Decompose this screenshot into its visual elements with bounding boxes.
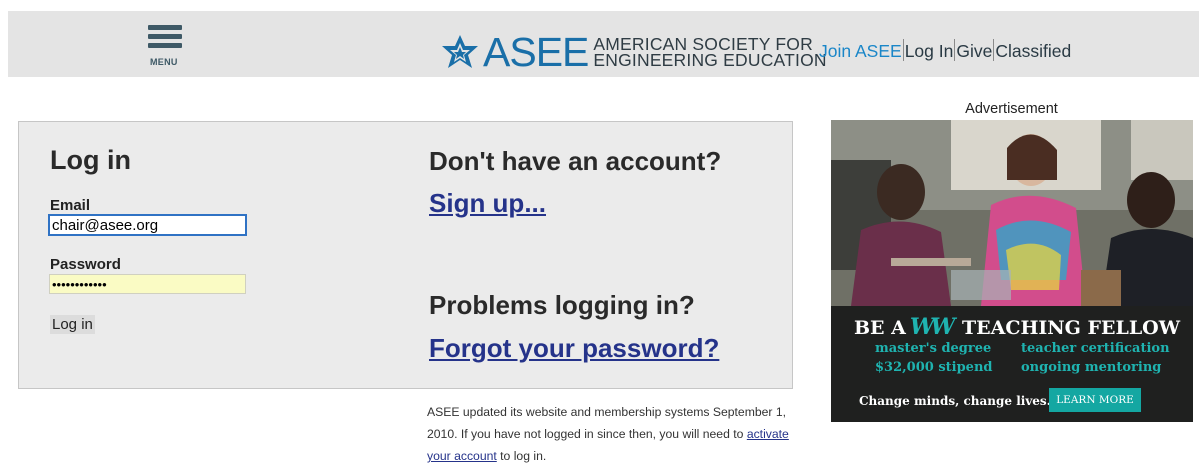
password-field[interactable] [49, 274, 246, 294]
login-submit-button[interactable]: Log in [50, 315, 95, 334]
hamburger-icon-bar [148, 43, 182, 48]
ad-item: teacher certification [1021, 341, 1170, 356]
top-links: Join ASEE Log In Give Classified [819, 39, 1071, 62]
learn-more-button[interactable]: LEARN MORE [1049, 388, 1141, 412]
notice-text-before: ASEE updated its website and membership … [427, 405, 787, 441]
asee-logo[interactable]: ASEE AMERICAN SOCIETY FOR ENGINEERING ED… [440, 29, 827, 75]
no-account-heading: Don't have an account? [429, 146, 722, 176]
logo-subtitle: AMERICAN SOCIETY FOR ENGINEERING EDUCATI… [593, 35, 827, 70]
hamburger-icon-bar [148, 34, 182, 39]
give-link[interactable]: Give [956, 41, 992, 61]
update-notice: ASEE updated its website and membership … [427, 401, 797, 467]
advertisement-label: Advertisement [965, 101, 1058, 117]
ad-tagline: Change minds, change lives. [859, 394, 1051, 408]
asee-star-icon [442, 35, 478, 68]
ad-headline: BE A WW TEACHING FELLOW [854, 314, 1180, 340]
ad-photo-classroom [831, 120, 1193, 306]
password-label: Password [50, 256, 121, 273]
ww-logo-icon: WW [909, 314, 955, 340]
ad-headline-left: BE A [854, 317, 906, 339]
join-asee-link[interactable]: Join ASEE [819, 41, 902, 61]
notice-text-after: to log in. [496, 449, 547, 463]
email-label: Email [50, 197, 91, 214]
login-panel: Log in Email Password Log in Don't have … [18, 121, 793, 389]
link-divider [902, 39, 904, 61]
logo-subtitle-line2: ENGINEERING EDUCATION [593, 50, 827, 70]
advertisement-banner[interactable]: BE A WW TEACHING FELLOW master's degree t… [831, 120, 1193, 422]
forgot-password-link[interactable]: Forgot your password? [429, 333, 719, 364]
login-title: Log in [50, 145, 131, 175]
ad-text-area: BE A WW TEACHING FELLOW master's degree t… [831, 306, 1193, 422]
email-field[interactable] [48, 214, 247, 236]
problems-heading: Problems logging in? [429, 290, 695, 320]
ad-item: $32,000 stipend [875, 360, 993, 375]
ad-headline-right: TEACHING FELLOW [961, 317, 1181, 339]
ad-item: master's degree [875, 341, 992, 356]
menu-button[interactable]: MENU [148, 25, 184, 75]
signup-link[interactable]: Sign up... [429, 188, 546, 219]
hamburger-icon [148, 25, 182, 30]
classified-link[interactable]: Classified [995, 41, 1071, 61]
logo-wordmark: ASEE [483, 29, 589, 75]
login-link[interactable]: Log In [905, 41, 954, 61]
site-header: MENU ASEE AMERICAN SOCIETY FOR ENGINEERI… [8, 11, 1199, 77]
ad-item: ongoing mentoring [1021, 360, 1162, 375]
menu-label: MENU [150, 57, 178, 67]
